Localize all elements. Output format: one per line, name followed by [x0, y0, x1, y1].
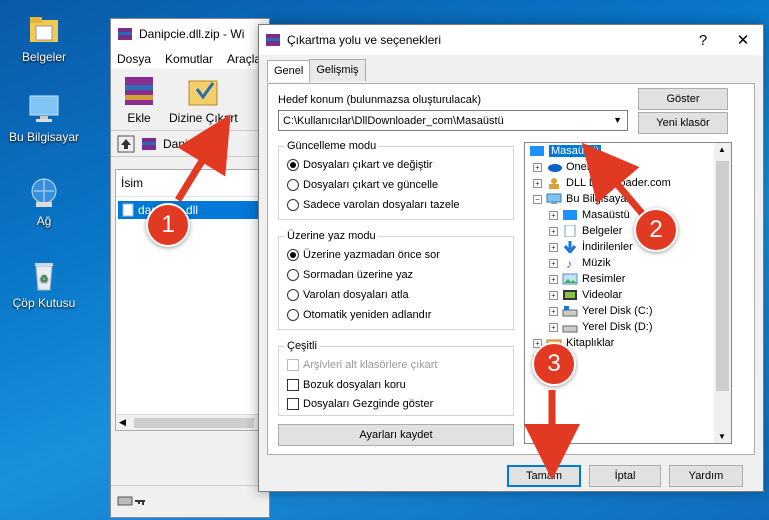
step-badge-3: 3 — [532, 342, 576, 386]
annotation-arrow-1 — [175, 114, 231, 202]
step-badge-1: 1 — [146, 203, 190, 247]
step-badge-2: 2 — [634, 208, 678, 252]
annotation-arrow-2 — [581, 142, 649, 221]
annotation-arrows — [175, 114, 649, 480]
